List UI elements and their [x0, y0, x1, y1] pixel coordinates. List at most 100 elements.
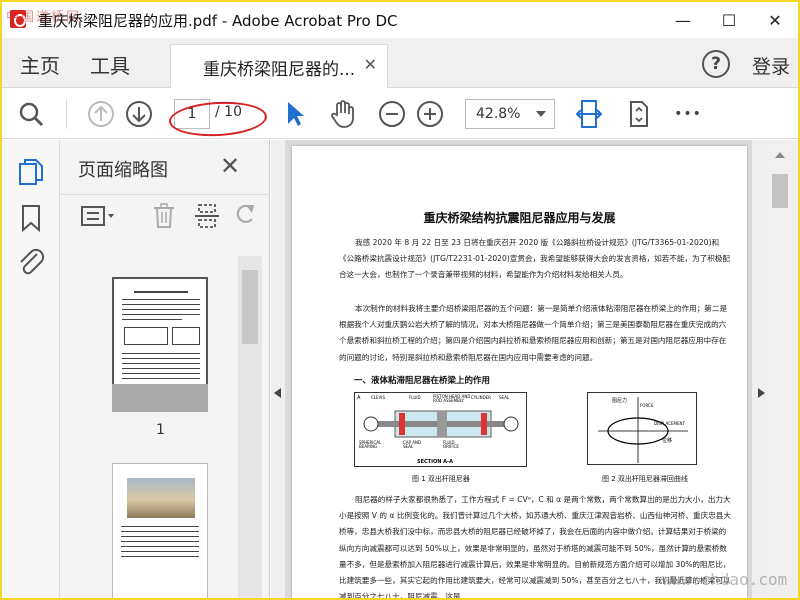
hysteresis-figure: 阻尼力 FORCE DISPLACEMENT 位移 — [587, 392, 697, 465]
document-title: 重庆桥梁结构抗震阻尼器应用与发展 — [423, 211, 616, 225]
thumbnail-viewport-overlay[interactable] — [112, 384, 208, 412]
thumb-line — [121, 556, 199, 557]
thumb-line — [122, 373, 200, 374]
figure-label-fluid: FLUID — [409, 395, 421, 400]
undo-icon[interactable] — [234, 203, 256, 231]
bookmark-icon[interactable] — [21, 204, 41, 236]
thumb-line — [122, 368, 200, 369]
thumb-line — [121, 531, 199, 532]
thumb-line — [134, 291, 188, 293]
damper-figure: A CLEVIS FLUID PISTON HEAD AND ROD ASSEM… — [354, 392, 527, 467]
select-cursor-icon[interactable] — [280, 99, 310, 129]
previous-page-icon[interactable] — [86, 99, 116, 129]
close-window-button[interactable]: ✕ — [752, 2, 798, 38]
delete-page-icon[interactable] — [152, 203, 176, 233]
figure-2-caption: 图 2 双出杆阻尼器滞回曲线 — [602, 475, 688, 483]
search-icon[interactable] — [16, 99, 46, 129]
thumbnail-page-number: 1 — [156, 422, 165, 438]
thumb-line — [121, 541, 199, 542]
close-panel-icon[interactable]: ✕ — [220, 152, 240, 180]
thumb-photo — [127, 478, 195, 518]
window-title: 重庆桥梁阻尼器的应用.pdf - Adobe Acrobat Pro DC — [38, 12, 398, 30]
figure-label-force: FORCE — [640, 403, 654, 408]
toolbar-divider — [66, 99, 67, 129]
fit-width-icon[interactable] — [574, 99, 604, 129]
collapse-right-pane[interactable] — [752, 140, 770, 598]
hand-tool-icon[interactable] — [328, 99, 358, 129]
thumb-line — [121, 551, 199, 552]
document-view[interactable]: 重庆桥梁结构抗震阻尼器应用与发展 我感 2020 年 8 月 22 日至 23 … — [285, 140, 752, 598]
thumbnails-panel: 页面缩略图 ✕ 1 — [60, 140, 270, 598]
title-bar: 中国道桥网 重庆桥梁阻尼器的应用.pdf - Adobe Acrobat Pro… — [2, 2, 798, 38]
paragraph-2: 本次制作的材料我将主要介绍桥梁阻尼器的五个问题：第一是简单介绍液体粘滞阻尼器在桥… — [339, 304, 728, 362]
page-thumbnails-icon[interactable] — [18, 158, 44, 190]
figure-label-a: A — [357, 395, 361, 401]
panel-toolbar — [60, 194, 270, 234]
login-button[interactable]: 登录 — [752, 52, 790, 79]
collapse-left-pane[interactable] — [271, 140, 285, 598]
section-heading-1: 一、液体粘滞阻尼器在桥梁上的作用 — [354, 376, 491, 386]
thumbnails-scrollbar[interactable] — [238, 256, 262, 598]
figure-label-cylinder: CYLINDER — [471, 395, 491, 400]
scroll-up-icon[interactable] — [775, 152, 785, 158]
paragraph-1: 我感 2020 年 8 月 22 日至 23 日将在重庆召开 2020 版《公路… — [339, 238, 731, 280]
chevron-right-icon — [758, 388, 765, 398]
minimize-button[interactable]: — — [660, 2, 706, 38]
document-scrollbar[interactable] — [770, 140, 798, 598]
thumb-line — [122, 309, 200, 310]
pdf-page: 重庆桥梁结构抗震阻尼器应用与发展 我感 2020 年 8 月 22 日至 23 … — [292, 146, 747, 598]
figure-label-displacement: DISPLACEMENT — [654, 421, 685, 426]
panel-title: 页面缩略图 — [78, 160, 168, 181]
thumbnails-scrollbar-thumb[interactable] — [242, 270, 258, 344]
thumb-line — [122, 358, 200, 359]
thumb-line — [122, 363, 200, 364]
document-tab-label: 重庆桥梁阻尼器的... — [203, 60, 356, 80]
figure-label-displacement-cn: 位移 — [662, 438, 673, 444]
document-scrollbar-thumb[interactable] — [772, 174, 788, 208]
tab-tools[interactable]: 工具 — [90, 50, 130, 79]
zoom-select[interactable]: 42.8% — [465, 99, 555, 129]
chevron-left-icon — [274, 388, 281, 398]
figure-1-caption: 图 1 双出杆阻尼器 — [412, 475, 470, 483]
attachment-icon[interactable] — [17, 246, 45, 280]
zoom-in-icon[interactable] — [415, 99, 445, 129]
navigation-rail — [2, 140, 60, 598]
figure-label-piston: PISTON HEAD AND ROD ASSEMBLY — [433, 394, 471, 403]
maximize-button[interactable]: ☐ — [706, 2, 752, 38]
page-thumbnail-2[interactable] — [112, 463, 208, 598]
thumb-line — [122, 314, 200, 315]
thumb-line — [122, 378, 200, 379]
thumb-figure — [172, 327, 200, 345]
more-tools-icon[interactable]: ••• — [672, 99, 704, 129]
next-page-icon[interactable] — [124, 99, 154, 129]
rotate-view-icon[interactable] — [624, 99, 654, 129]
figure-label-section: SECTION A-A — [417, 459, 453, 465]
thumb-line — [121, 526, 199, 527]
insert-page-icon[interactable] — [194, 203, 220, 233]
thumb-figure — [124, 327, 168, 345]
thumb-line — [122, 304, 200, 305]
thumb-line — [122, 299, 200, 300]
tab-bar: 主页 工具 重庆桥梁阻尼器的... ✕ ? 登录 — [2, 38, 798, 88]
tab-document[interactable]: 重庆桥梁阻尼器的... ✕ — [170, 44, 388, 88]
figure-label-cap: CAP AND SEAL — [403, 440, 422, 449]
thumb-line — [121, 546, 199, 547]
thumbnail-options-icon[interactable] — [80, 205, 116, 231]
app-window: 中国道桥网 重庆桥梁阻尼器的应用.pdf - Adobe Acrobat Pro… — [0, 0, 800, 600]
toolbar: 1 / 10 42.8% ••• — [2, 89, 798, 139]
chevron-down-icon — [536, 111, 546, 117]
zoom-out-icon[interactable] — [377, 99, 407, 129]
thumb-line — [122, 319, 182, 320]
close-tab-icon[interactable]: ✕ — [364, 55, 377, 74]
zoom-value: 42.8% — [476, 106, 521, 122]
figure-label-clevis: CLEVIS — [371, 395, 386, 400]
thumb-line — [121, 536, 199, 537]
figure-label-orifice: FLUID ORIFICE — [443, 440, 459, 449]
figure-label-seal: SEAL — [499, 395, 510, 400]
thumb-line — [122, 353, 200, 354]
watermark-bottom: www.chdao.com — [662, 570, 788, 589]
figure-label-force-cn: 阻尼力 — [612, 398, 628, 404]
help-button[interactable]: ? — [702, 50, 730, 78]
tab-home[interactable]: 主页 — [20, 50, 60, 79]
figure-label-bearing: SPHERICAL BEARING — [359, 440, 382, 449]
